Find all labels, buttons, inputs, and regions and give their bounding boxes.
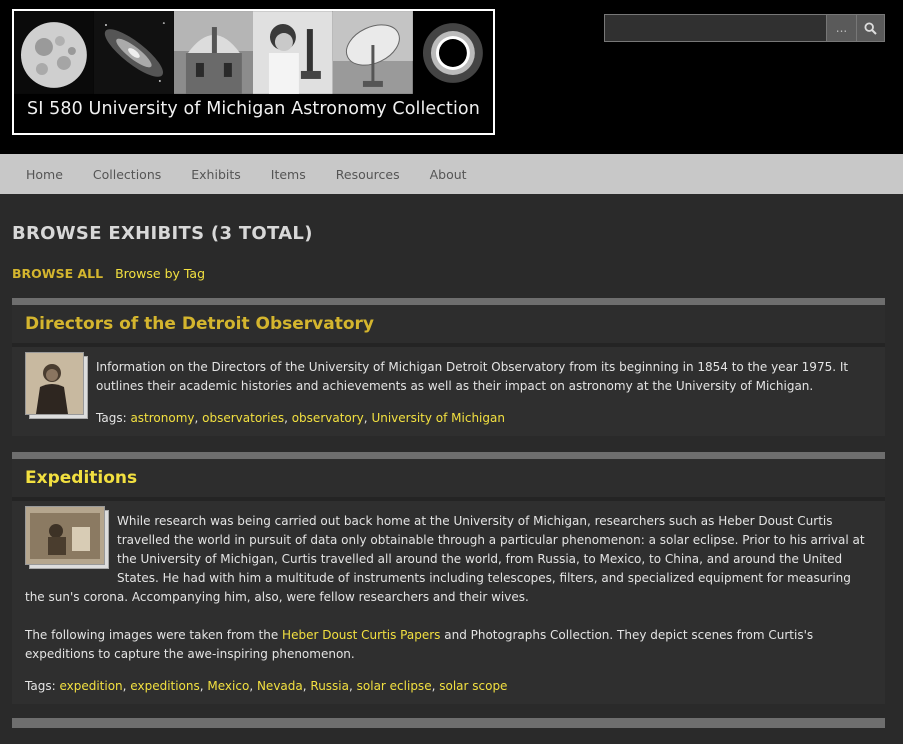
exhibit-description: Information on the Directors of the Univ…	[96, 360, 849, 393]
tags-label: Tags:	[96, 411, 127, 425]
browse-by-tag-link[interactable]: Browse by Tag	[115, 266, 205, 281]
expedition-photo	[25, 506, 105, 565]
exhibit-tags: Tags: expedition, expeditions, Mexico, N…	[25, 679, 508, 693]
tag-link[interactable]: Russia	[310, 679, 349, 693]
tag-link[interactable]: expeditions	[130, 679, 199, 693]
tag-link[interactable]: astronomy	[130, 411, 194, 425]
tag-link[interactable]: solar scope	[439, 679, 507, 693]
nav-about[interactable]: About	[430, 167, 467, 182]
site-header: SI 580 University of Michigan Astronomy …	[0, 0, 903, 154]
tag-link[interactable]: observatory	[292, 411, 364, 425]
exhibit-body: Information on the Directors of the Univ…	[12, 347, 885, 436]
advanced-search-button[interactable]: ...	[827, 14, 857, 42]
nav-resources[interactable]: Resources	[336, 167, 400, 182]
exhibit-header: Directors of the Detroit Observatory	[12, 305, 885, 347]
galaxy-icon	[93, 11, 174, 94]
moon-icon	[14, 11, 94, 94]
site-banner[interactable]: SI 580 University of Michigan Astronomy …	[12, 9, 495, 135]
tag-link[interactable]: observatories	[202, 411, 284, 425]
nav-home[interactable]: Home	[26, 167, 63, 182]
exhibit-title-link[interactable]: Directors of the Detroit Observatory	[25, 314, 374, 334]
nav-items[interactable]: Items	[271, 167, 306, 182]
magnifier-icon	[864, 21, 877, 35]
tag-link[interactable]: University of Michigan	[371, 411, 505, 425]
exhibit-title-link[interactable]: Expeditions	[25, 468, 137, 488]
search-button[interactable]	[857, 14, 885, 42]
exhibit-thumbnail[interactable]	[25, 506, 109, 569]
observatory-dome-icon	[173, 11, 254, 94]
exhibit-paragraph-text: The following images were taken from the	[25, 628, 283, 642]
tag-link[interactable]: expedition	[59, 679, 122, 693]
tag-link[interactable]: solar eclipse	[357, 679, 432, 693]
site-title[interactable]: SI 580 University of Michigan Astronomy …	[14, 99, 493, 119]
exhibit-body: While research was being carried out bac…	[12, 501, 885, 704]
banner-image-strip	[14, 11, 493, 94]
solar-eclipse-icon	[413, 11, 493, 94]
scientist-microscope-icon	[253, 11, 334, 94]
tag-link[interactable]: Nevada	[257, 679, 303, 693]
search-form: ...	[604, 14, 885, 42]
main-content: BROWSE EXHIBITS (3 TOTAL) BROWSE ALL Bro…	[0, 223, 903, 728]
nav-collections[interactable]: Collections	[93, 167, 161, 182]
tag-link[interactable]: Mexico	[207, 679, 249, 693]
browse-nav: BROWSE ALL Browse by Tag	[12, 266, 885, 281]
radio-telescope-icon	[333, 11, 414, 94]
exhibit-header: Expeditions	[12, 459, 885, 501]
exhibit-tags: Tags: astronomy, observatories, observat…	[96, 411, 505, 425]
exhibit-card: Directors of the Detroit Observatory Inf…	[12, 298, 885, 436]
next-exhibit-divider	[12, 718, 885, 728]
portrait-photo	[25, 352, 84, 415]
search-input[interactable]	[604, 14, 827, 42]
curtis-papers-link[interactable]: Heber Doust Curtis Papers	[282, 628, 440, 642]
page-title: BROWSE EXHIBITS (3 TOTAL)	[12, 223, 313, 244]
exhibit-card: Expeditions While research was being car…	[12, 452, 885, 704]
tags-label: Tags:	[25, 679, 56, 693]
exhibit-description: While research was being carried out bac…	[25, 514, 865, 604]
nav-exhibits[interactable]: Exhibits	[191, 167, 241, 182]
exhibit-thumbnail[interactable]	[25, 352, 88, 419]
main-nav: Home Collections Exhibits Items Resource…	[0, 154, 903, 194]
browse-all-link[interactable]: BROWSE ALL	[12, 266, 103, 281]
